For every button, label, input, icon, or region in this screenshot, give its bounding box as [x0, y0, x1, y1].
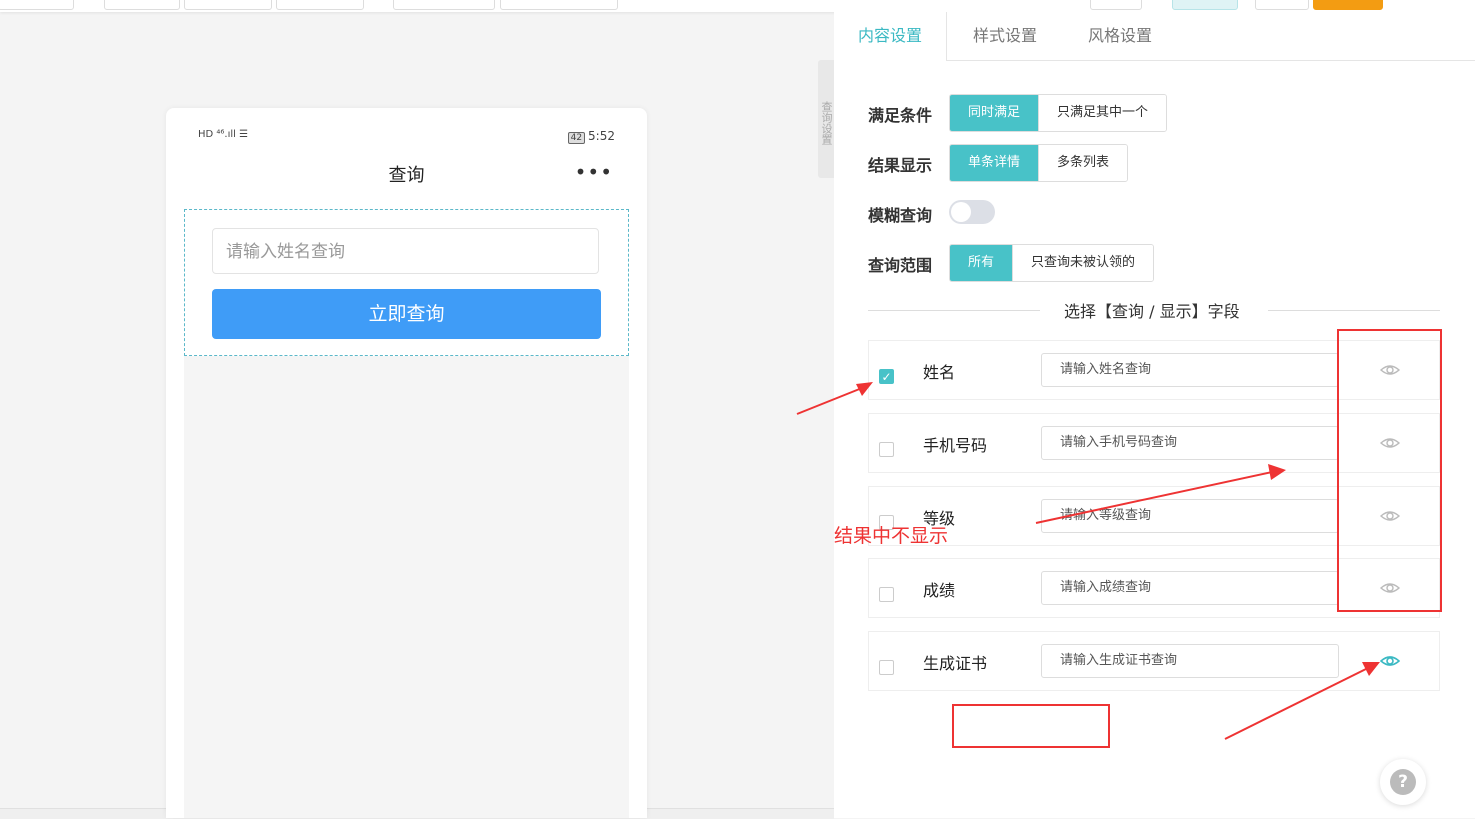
publish-button[interactable] [1313, 0, 1383, 10]
scope-segment: 所有 只查询未被认领的 [949, 244, 1155, 282]
field-row-certificate: 生成证书 请输入生成证书查询 [868, 631, 1440, 691]
tab-style-settings[interactable]: 样式设置 [973, 12, 1037, 60]
settings-tabs: 内容设置 样式设置 风格设置 [834, 12, 1475, 61]
tab-theme-settings[interactable]: 风格设置 [1088, 12, 1152, 60]
fields-section-title: 选择【查询 / 显示】字段 [1064, 302, 1240, 321]
phone-preview: HD ⁴⁶.ıll ☰ 42 5:52 查询 ••• 请输入姓名查询 立即查询 [166, 108, 647, 818]
divider-left [868, 310, 1040, 311]
field-placeholder-input[interactable]: 请输入生成证书查询 [1041, 644, 1339, 678]
toolbar-button[interactable] [276, 0, 364, 10]
scope-label: 查询范围 [868, 256, 933, 275]
result-option-single[interactable]: 单条详情 [950, 145, 1039, 181]
condition-label: 满足条件 [868, 106, 933, 125]
query-component[interactable]: 请输入姓名查询 立即查询 [184, 209, 629, 356]
eye-icon[interactable] [1380, 651, 1400, 671]
field-name: 手机号码 [923, 436, 988, 455]
field-checkbox[interactable] [879, 442, 894, 457]
toolbar-button[interactable] [1090, 0, 1142, 10]
toolbar-button[interactable] [393, 0, 495, 10]
field-placeholder-input[interactable]: 请输入手机号码查询 [1041, 426, 1339, 460]
result-option-list[interactable]: 多条列表 [1038, 145, 1128, 181]
toggle-knob [951, 202, 971, 222]
status-time: 5:52 [588, 129, 615, 143]
side-tab-query-settings[interactable]: 查询设置 [818, 60, 834, 178]
toolbar-button[interactable] [500, 0, 618, 10]
toolbar-button[interactable] [104, 0, 180, 10]
annotation-text: 结果中不显示 [834, 525, 949, 547]
annotation-box-empty [952, 704, 1110, 748]
field-placeholder-input[interactable]: 请输入成绩查询 [1041, 571, 1339, 605]
field-name: 成绩 [923, 581, 956, 600]
tab-content-settings[interactable]: 内容设置 [834, 12, 948, 61]
top-toolbar [0, 0, 1475, 12]
toolbar-button[interactable] [1255, 0, 1309, 10]
field-placeholder-input[interactable]: 请输入姓名查询 [1041, 353, 1339, 387]
search-input[interactable]: 请输入姓名查询 [212, 228, 599, 274]
battery-icon: 42 [567, 132, 586, 144]
scope-option-all[interactable]: 所有 [950, 245, 1013, 281]
scope-option-unclaimed[interactable]: 只查询未被认领的 [1012, 245, 1154, 281]
help-button[interactable]: ? [1380, 759, 1426, 805]
annotation-box-eye-column [1337, 329, 1442, 612]
field-name: 姓名 [923, 363, 956, 382]
divider-right [1268, 310, 1440, 311]
help-icon: ? [1390, 769, 1416, 795]
result-label: 结果显示 [868, 156, 933, 175]
condition-segment: 同时满足 只满足其中一个 [949, 94, 1168, 132]
field-name: 生成证书 [923, 654, 988, 673]
field-checkbox[interactable] [879, 587, 894, 602]
toolbar-button[interactable] [184, 0, 272, 10]
signal-status: HD ⁴⁶.ıll ☰ [198, 129, 249, 140]
fuzzy-label: 模糊查询 [868, 206, 933, 225]
more-icon[interactable]: ••• [575, 162, 613, 182]
status-right: 42 5:52 [567, 129, 615, 144]
field-checkbox[interactable]: ✓ [879, 369, 894, 384]
toolbar-button[interactable] [0, 0, 74, 10]
result-segment: 单条详情 多条列表 [949, 144, 1129, 182]
fuzzy-toggle[interactable] [949, 200, 995, 224]
query-button[interactable]: 立即查询 [212, 289, 601, 339]
field-placeholder-input[interactable]: 请输入等级查询 [1041, 499, 1339, 533]
toolbar-button[interactable] [1172, 0, 1238, 10]
field-checkbox[interactable] [879, 660, 894, 675]
condition-option-any[interactable]: 只满足其中一个 [1038, 95, 1167, 131]
condition-option-all[interactable]: 同时满足 [950, 95, 1039, 131]
